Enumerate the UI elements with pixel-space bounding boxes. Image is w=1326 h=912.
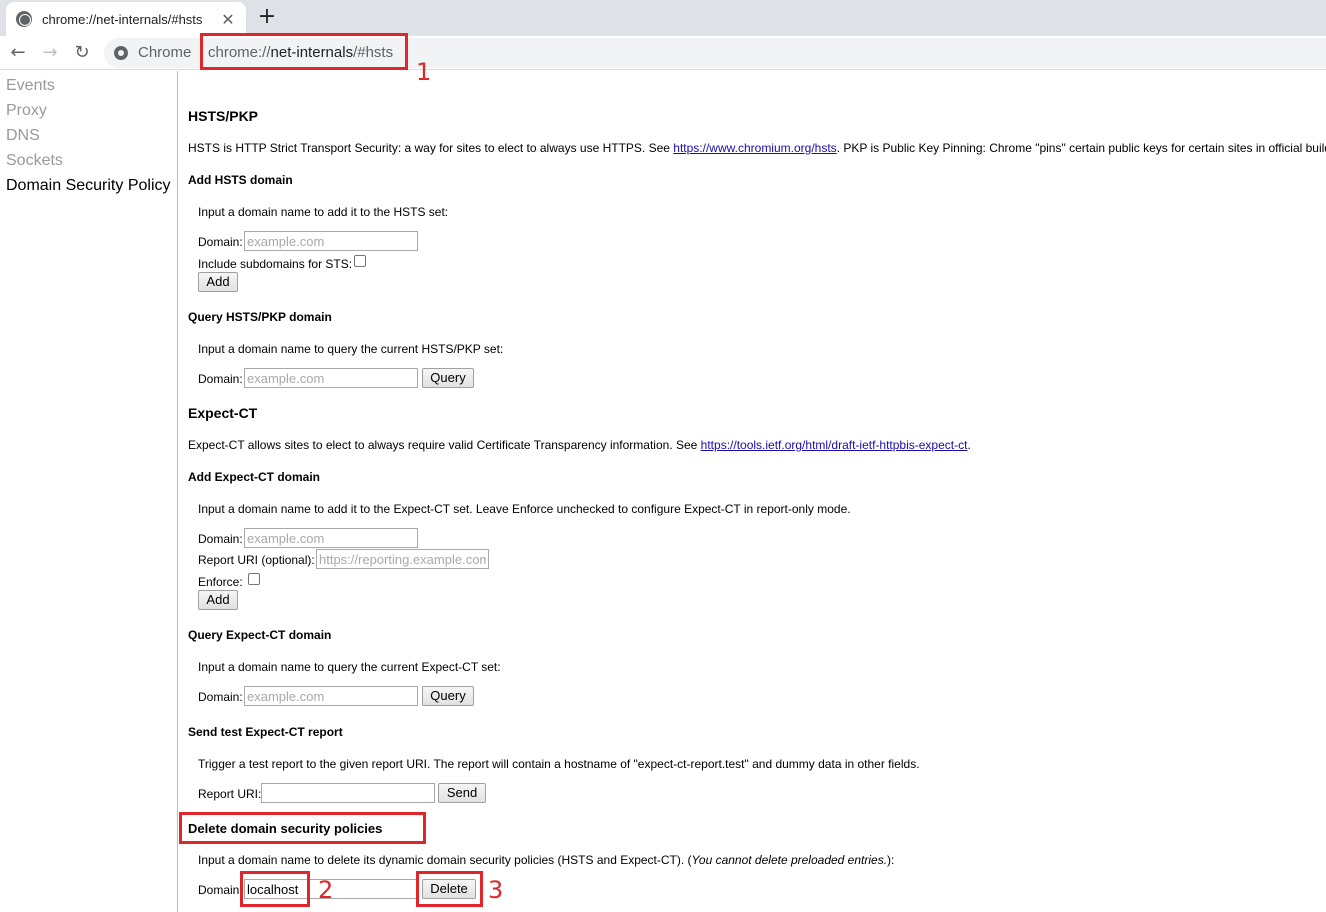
delete-instructions: Input a domain name to delete its dynami…: [198, 853, 894, 867]
send-test-report-title: Send test Expect-CT report: [188, 725, 343, 739]
new-tab-button[interactable]: +: [254, 4, 280, 30]
expect-ct-description: Expect-CT allows sites to elect to alway…: [188, 438, 971, 452]
query-hsts-domain-label: Domain:: [198, 372, 243, 386]
annotation-box-url: [200, 33, 408, 70]
delete-instructions-end: ):: [887, 853, 895, 867]
delete-instructions-text: Input a domain name to delete its dynami…: [198, 853, 692, 867]
add-expect-ct-instructions: Input a domain name to add it to the Exp…: [198, 502, 851, 516]
query-hsts-button[interactable]: Query: [422, 368, 474, 388]
subdomains-checkbox[interactable]: [354, 255, 366, 267]
tab-title: chrome://net-internals/#hsts: [42, 11, 203, 27]
sidebar-item-domain-security-policy[interactable]: Domain Security Policy: [6, 177, 171, 195]
query-expect-ct-button[interactable]: Query: [422, 686, 474, 706]
sidebar-item-dns[interactable]: DNS: [6, 127, 40, 145]
annotation-number-2: 2: [318, 876, 334, 904]
browser-toolbar: ← → ↻ Chrome chrome://net-internals/#hst…: [0, 36, 1326, 70]
sidebar-item-sockets[interactable]: Sockets: [6, 152, 63, 170]
annotation-number-1: 1: [416, 58, 432, 86]
subdomains-label: Include subdomains for STS:: [198, 257, 353, 271]
tab-strip: chrome://net-internals/#hsts ✕ +: [0, 0, 1326, 36]
hsts-title: HSTS/PKP: [188, 108, 259, 124]
annotation-box-delete-button: [416, 871, 483, 907]
delete-instructions-note: You cannot delete preloaded entries.: [691, 853, 888, 867]
hsts-description: HSTS is HTTP Strict Transport Security: …: [188, 141, 1326, 155]
send-button[interactable]: Send: [438, 783, 486, 803]
add-expect-ct-domain-label: Domain:: [198, 532, 243, 546]
reload-button[interactable]: ↻: [70, 41, 94, 65]
add-hsts-instructions: Input a domain name to add it to the HST…: [198, 205, 449, 219]
add-hsts-domain-label: Domain:: [198, 235, 243, 249]
report-uri-optional-label: Report URI (optional):: [198, 553, 315, 567]
add-hsts-domain-input[interactable]: [244, 231, 418, 251]
sidebar-item-events[interactable]: Events: [6, 77, 55, 95]
expect-ct-desc-text-end: .: [967, 438, 971, 452]
close-icon[interactable]: ✕: [216, 10, 240, 29]
back-button[interactable]: ←: [6, 41, 30, 65]
chrome-icon: [114, 46, 128, 60]
add-expect-ct-button[interactable]: Add: [198, 590, 238, 610]
globe-icon: [16, 11, 32, 27]
annotation-box-delete-title: [179, 812, 426, 844]
add-hsts-title: Add HSTS domain: [188, 173, 293, 187]
test-report-uri-input[interactable]: [261, 783, 435, 803]
omnibox-chrome-label: Chrome: [138, 44, 192, 61]
query-hsts-title: Query HSTS/PKP domain: [188, 310, 332, 324]
hsts-desc-text-end: . PKP is Public Key Pinning: Chrome "pin…: [836, 141, 1326, 155]
expect-ct-link[interactable]: https://tools.ietf.org/html/draft-ietf-h…: [701, 438, 968, 452]
query-expect-ct-domain-input[interactable]: [244, 686, 418, 706]
main-content: HSTS/PKP HSTS is HTTP Strict Transport S…: [188, 71, 1326, 912]
report-uri-optional-input[interactable]: [316, 549, 489, 569]
sidebar-item-proxy[interactable]: Proxy: [6, 102, 47, 120]
query-hsts-instructions: Input a domain name to query the current…: [198, 342, 504, 356]
expect-ct-title: Expect-CT: [188, 405, 258, 421]
query-hsts-domain-input[interactable]: [244, 368, 418, 388]
enforce-label: Enforce:: [198, 575, 243, 589]
test-report-uri-label: Report URI:: [198, 787, 262, 801]
forward-button[interactable]: →: [38, 41, 62, 65]
annotation-number-3: 3: [488, 876, 504, 904]
sidebar: Events Proxy DNS Sockets Domain Security…: [0, 71, 178, 912]
add-expect-ct-title: Add Expect-CT domain: [188, 470, 321, 484]
send-test-report-instructions: Trigger a test report to the given repor…: [198, 757, 920, 771]
annotation-box-domain-input: [240, 871, 310, 907]
add-expect-ct-domain-input[interactable]: [244, 528, 418, 548]
hsts-desc-text: HSTS is HTTP Strict Transport Security: …: [188, 141, 674, 155]
delete-domain-label: Domain:: [198, 883, 243, 897]
hsts-link[interactable]: https://www.chromium.org/hsts: [673, 141, 836, 155]
add-hsts-button[interactable]: Add: [198, 272, 238, 292]
enforce-checkbox[interactable]: [248, 573, 260, 585]
query-expect-ct-domain-label: Domain:: [198, 690, 243, 704]
expect-ct-desc-text: Expect-CT allows sites to elect to alway…: [188, 438, 701, 452]
browser-tab[interactable]: chrome://net-internals/#hsts ✕: [6, 2, 246, 36]
query-expect-ct-instructions: Input a domain name to query the current…: [198, 660, 501, 674]
query-expect-ct-title: Query Expect-CT domain: [188, 628, 332, 642]
